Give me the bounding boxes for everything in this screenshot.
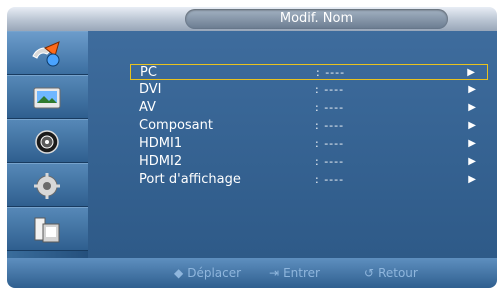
menu-item-av[interactable]: AV : ---- ▶ — [130, 100, 488, 116]
menu-item-value: : ---- — [315, 83, 345, 96]
menu-item-value: : ---- — [316, 66, 346, 79]
enter-icon: ⇥ — [269, 266, 280, 280]
menu-item-label: AV — [139, 100, 156, 115]
osd-window: Modif. Nom PC: ---- ▶ DVI: ---- ▶ AV:… — [0, 0, 503, 295]
sound-icon — [35, 130, 59, 154]
hint-return: ↺ Retour — [364, 266, 418, 280]
menu-item-value: : ---- — [315, 173, 345, 186]
arrow-right-icon: ▶ — [467, 67, 475, 78]
sidebar-item-sound[interactable] — [7, 119, 88, 163]
sidebar-item-picture[interactable] — [7, 75, 88, 119]
setup-icon — [34, 173, 60, 199]
menu-item-hdmi1[interactable]: HDMI1 : ---- ▶ — [130, 136, 488, 152]
arrow-right-icon: ▶ — [468, 102, 476, 113]
sidebar-item-input[interactable] — [7, 31, 88, 75]
input-icon — [32, 41, 60, 67]
menu-item-label: DVI — [139, 82, 162, 97]
menu-item-composant[interactable]: Composant : ---- ▶ — [130, 118, 488, 134]
menu-item-value: : ---- — [315, 155, 345, 168]
menu-item-port-affichage[interactable]: Port d'affichage : ---- ▶ — [130, 172, 488, 188]
menu-item-label: HDMI2 — [139, 154, 183, 169]
multi-control-icon — [34, 217, 60, 243]
updown-icon: ◆ — [174, 266, 184, 280]
arrow-right-icon: ▶ — [468, 84, 476, 95]
hint-return-label: Retour — [378, 266, 418, 280]
arrow-right-icon: ▶ — [468, 174, 476, 185]
menu-item-value: : ---- — [315, 101, 345, 114]
hint-enter: ⇥ Entrer — [269, 266, 320, 280]
menu-item-hdmi2[interactable]: HDMI2 : ---- ▶ — [130, 154, 488, 170]
return-icon: ↺ — [364, 266, 375, 280]
arrow-right-icon: ▶ — [468, 138, 476, 149]
menu-item-label: HDMI1 — [139, 136, 183, 151]
menu-panel: PC : ---- ▶ DVI : ---- ▶ AV : ---- ▶ Com… — [88, 31, 497, 258]
menu-item-value: : ---- — [315, 119, 345, 132]
page-title: Modif. Nom — [185, 9, 448, 29]
menu-item-pc[interactable]: PC : ---- ▶ — [130, 64, 488, 80]
menu-item-label: Composant — [139, 118, 213, 133]
footer-bar: ◆ Déplacer ⇥ Entrer ↺ Retour — [7, 258, 497, 288]
hint-move-label: Déplacer — [187, 266, 242, 280]
arrow-right-icon: ▶ — [468, 120, 476, 131]
menu-item-label: PC — [140, 65, 157, 80]
sidebar-item-multi-control[interactable] — [7, 207, 88, 251]
arrow-right-icon: ▶ — [468, 156, 476, 167]
menu-item-value: : ---- — [315, 137, 345, 150]
sidebar — [7, 31, 88, 267]
sidebar-item-setup[interactable] — [7, 163, 88, 207]
menu-item-label: Port d'affichage — [139, 172, 241, 187]
hint-enter-label: Entrer — [283, 266, 320, 280]
hint-move: ◆ Déplacer — [174, 266, 241, 280]
picture-icon — [33, 87, 61, 109]
menu-item-dvi[interactable]: DVI : ---- ▶ — [130, 82, 488, 98]
